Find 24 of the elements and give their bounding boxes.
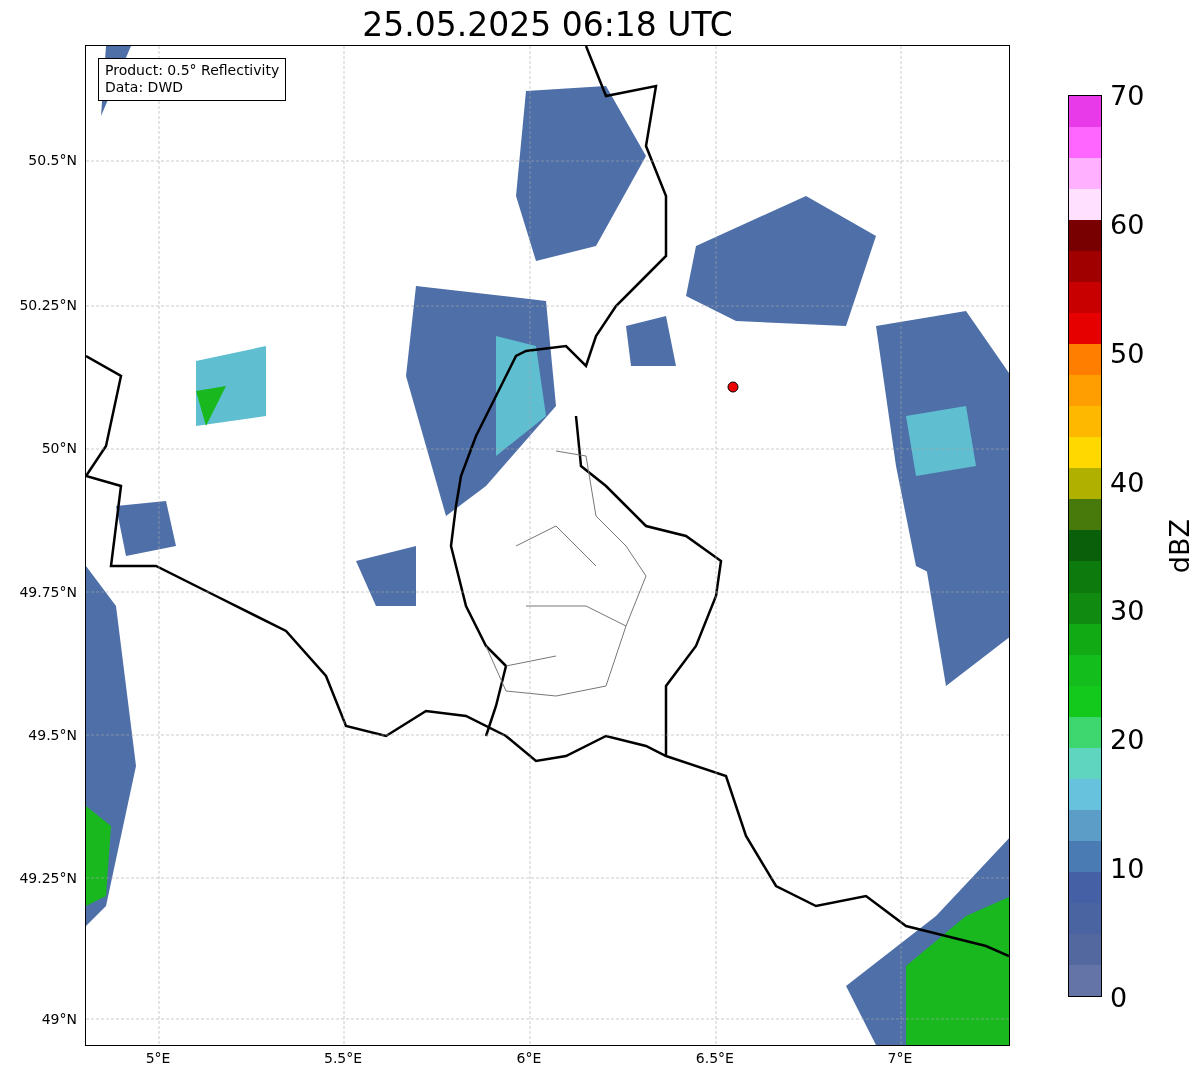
longitude-label: 5°E [145,1050,171,1066]
latitude-label: 50.25°N [19,297,77,314]
longitude-label: 6°E [516,1050,542,1066]
info-text: Data: DWD [105,79,184,96]
colorbar-tick-label: 20 [1110,723,1145,755]
colorbar-tick-label: 40 [1110,466,1145,498]
latitude-label: 50.5°N [28,152,77,169]
longitude-label: 6.5°E [695,1050,734,1066]
colorbar-tick-label: 50 [1110,337,1145,369]
colorbar-label: dBZ [1164,518,1195,574]
longitude-label: 5.5°E [324,1050,363,1066]
latitude-label: 50°N [41,440,77,457]
info-text: Product: 0.5° Reflectivity [105,62,280,79]
colorbar-tick-label: 70 [1110,79,1145,111]
latitude-label: 49.75°N [19,583,77,600]
longitude-label: 7°E [887,1050,913,1066]
colorbar-tick-label: 60 [1110,208,1145,240]
latitude-label: 49.5°N [28,726,77,743]
latitude-label: 49.25°N [19,869,77,886]
chart-title: 25.05.2025 06:18 UTC [362,4,733,44]
colorbar-tick-label: 30 [1110,594,1145,626]
colorbar-tick-label: 10 [1110,852,1145,884]
colorbar-tick-label: 0 [1110,981,1128,1013]
latitude-label: 49°N [41,1010,77,1027]
